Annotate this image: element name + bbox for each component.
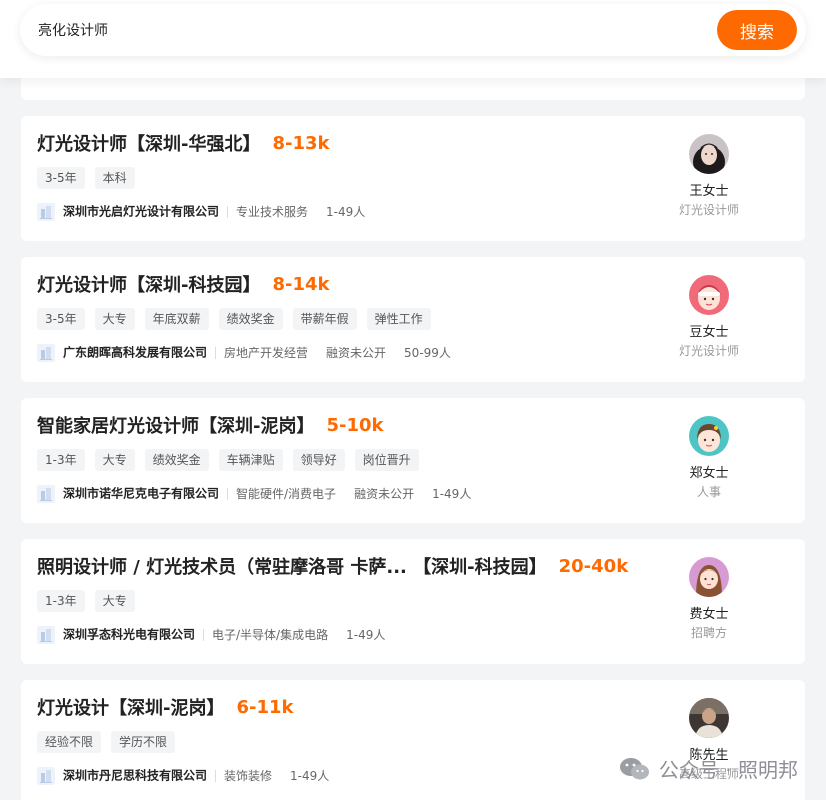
- company-info: 深圳市丹尼思科技有限公司 装饰装修 1-49人: [37, 766, 347, 785]
- recruiter[interactable]: 王女士 灯光设计师: [669, 134, 749, 218]
- search-input[interactable]: [38, 16, 678, 44]
- company-meta: 专业技术服务: [236, 204, 309, 219]
- company-logo-icon: [37, 766, 55, 785]
- divider: [215, 346, 217, 359]
- search-header: 搜索: [0, 0, 826, 78]
- job-card[interactable]: 灯光设计师【深圳-科技园】 8-14k 3-5年 大专 年底双薪 绩效奖金 带薪年假 弹性工作…: [21, 257, 805, 382]
- job-title[interactable]: 智能家居灯光设计师【深圳-泥岗】: [37, 412, 314, 438]
- search-bar: 搜索: [20, 4, 806, 56]
- job-tag: 带薪年假: [292, 308, 357, 330]
- job-title[interactable]: 照明设计师 / 灯光技术员（常驻摩洛哥 卡萨... 【深圳-科技园】: [37, 553, 547, 579]
- divider: [227, 205, 229, 218]
- job-tag: 弹性工作: [366, 308, 431, 330]
- salary-range: 8-13k: [272, 132, 330, 154]
- recruiter-avatar[interactable]: [689, 698, 729, 738]
- company-meta: 1-49人: [326, 204, 366, 219]
- job-title-row: 灯光设计【深圳-泥岗】 6-11k: [37, 694, 294, 720]
- company-name[interactable]: 深圳市诺华尼克电子有限公司: [63, 487, 219, 501]
- job-tag: 岗位晋升: [354, 449, 419, 471]
- company-meta: 装饰装修: [224, 768, 273, 783]
- company-info: 深圳市诺华尼克电子有限公司 智能硬件/消费电子 融资未公开 1-49人: [37, 484, 489, 503]
- recruiter-name: 郑女士: [689, 466, 729, 481]
- job-title[interactable]: 灯光设计【深圳-泥岗】: [37, 694, 224, 720]
- job-card[interactable]: 智能家居灯光设计师【深圳-泥岗】 5-10k 1-3年 大专 绩效奖金 车辆津贴 领导好 岗位…: [21, 398, 805, 523]
- salary-range: 8-14k: [272, 273, 330, 295]
- recruiter[interactable]: 豆女士 灯光设计师: [669, 275, 749, 359]
- divider: [203, 628, 205, 641]
- job-tag: 大专: [94, 308, 135, 330]
- company-meta: 房地产开发经营: [224, 345, 309, 360]
- recruiter-name: 费女士: [689, 607, 729, 622]
- job-title-row: 智能家居灯光设计师【深圳-泥岗】 5-10k: [37, 412, 384, 438]
- company-name[interactable]: 深圳孚态科光电有限公司: [63, 628, 195, 642]
- salary-range: 6-11k: [236, 696, 294, 718]
- divider: [215, 769, 217, 782]
- recruiter-role: 灯光设计师: [678, 344, 739, 358]
- job-title[interactable]: 灯光设计师【深圳-科技园】: [37, 271, 260, 297]
- recruiter-name: 豆女士: [689, 325, 729, 340]
- job-tag: 1-3年: [37, 449, 85, 471]
- recruiter-avatar[interactable]: [689, 416, 729, 456]
- job-tag: 经验不限: [37, 731, 102, 753]
- company-logo-icon: [37, 343, 55, 362]
- job-tags: 1-3年 大专 绩效奖金 车辆津贴 领导好 岗位晋升: [37, 449, 429, 471]
- company-name[interactable]: 广东朗晖高科发展有限公司: [63, 346, 207, 360]
- recruiter[interactable]: 郑女士 人事: [669, 416, 749, 500]
- wechat-icon: [619, 757, 649, 779]
- company-meta: 智能硬件/消费电子: [236, 486, 337, 501]
- company-meta: 融资未公开: [354, 486, 415, 501]
- job-tag: 领导好: [292, 449, 345, 471]
- company-logo-icon: [37, 202, 55, 221]
- recruiter-avatar[interactable]: [689, 557, 729, 597]
- job-title[interactable]: 灯光设计师【深圳-华强北】: [37, 130, 260, 156]
- recruiter-avatar[interactable]: [689, 134, 729, 174]
- company-info: 深圳市光启灯光设计有限公司 专业技术服务 1-49人: [37, 202, 383, 221]
- job-title-row: 照明设计师 / 灯光技术员（常驻摩洛哥 卡萨... 【深圳-科技园】 20-40k: [37, 553, 628, 579]
- company-meta: 1-49人: [290, 768, 330, 783]
- company-info: 深圳孚态科光电有限公司 电子/半导体/集成电路 1-49人: [37, 625, 403, 644]
- job-tag: 年底双薪: [144, 308, 209, 330]
- job-tag: 学历不限: [111, 731, 176, 753]
- salary-range: 5-10k: [326, 414, 384, 436]
- recruiter-role: 人事: [696, 485, 721, 499]
- recruiter-name: 王女士: [689, 184, 729, 199]
- job-tag: 1-3年: [37, 590, 85, 612]
- watermark-text: 公众号 · 照明邦: [658, 758, 798, 782]
- job-card[interactable]: 照明设计师 / 灯光技术员（常驻摩洛哥 卡萨... 【深圳-科技园】 20-40k…: [21, 539, 805, 664]
- company-name[interactable]: 深圳市光启灯光设计有限公司: [63, 205, 219, 219]
- job-tags: 1-3年 大专: [37, 590, 145, 612]
- recruiter[interactable]: 费女士 招聘方: [669, 557, 749, 641]
- company-meta: 1-49人: [346, 627, 386, 642]
- job-title-row: 灯光设计师【深圳-科技园】 8-14k: [37, 271, 330, 297]
- recruiter-avatar[interactable]: [689, 275, 729, 315]
- job-card[interactable]: 灯光设计师【深圳-华强北】 8-13k 3-5年 本科深圳市光启灯光设计有限公司 专业技…: [21, 116, 805, 241]
- company-logo-icon: [37, 625, 55, 644]
- company-meta: 50-99人: [404, 345, 451, 360]
- job-tag: 大专: [94, 449, 135, 471]
- job-tag: 车辆津贴: [218, 449, 283, 471]
- job-title-row: 灯光设计师【深圳-华强北】 8-13k: [37, 130, 330, 156]
- company-name[interactable]: 深圳市丹尼思科技有限公司: [63, 769, 207, 783]
- job-tags: 3-5年 本科: [37, 167, 145, 189]
- job-tags: 3-5年 大专 年底双薪 绩效奖金 带薪年假 弹性工作: [37, 308, 441, 330]
- divider: [227, 487, 229, 500]
- job-tag: 绩效奖金: [218, 308, 283, 330]
- company-meta: 1-49人: [432, 486, 472, 501]
- job-tag: 3-5年: [37, 308, 85, 330]
- recruiter-role: 灯光设计师: [678, 203, 739, 217]
- recruiter-role: 招聘方: [690, 626, 727, 640]
- company-meta: 融资未公开: [326, 345, 387, 360]
- company-meta: 电子/半导体/集成电路: [212, 627, 329, 642]
- job-tag: 本科: [94, 167, 135, 189]
- watermark: 公众号 · 照明邦: [619, 754, 798, 783]
- company-logo-icon: [37, 484, 55, 503]
- search-button[interactable]: 搜索: [717, 10, 797, 50]
- company-info: 广东朗晖高科发展有限公司 房地产开发经营 融资未公开 50-99人: [37, 343, 469, 362]
- job-tags: 经验不限 学历不限: [37, 731, 185, 753]
- job-tag: 大专: [94, 590, 135, 612]
- salary-range: 20-40k: [558, 555, 629, 577]
- job-tag: 绩效奖金: [144, 449, 209, 471]
- job-tag: 3-5年: [37, 167, 85, 189]
